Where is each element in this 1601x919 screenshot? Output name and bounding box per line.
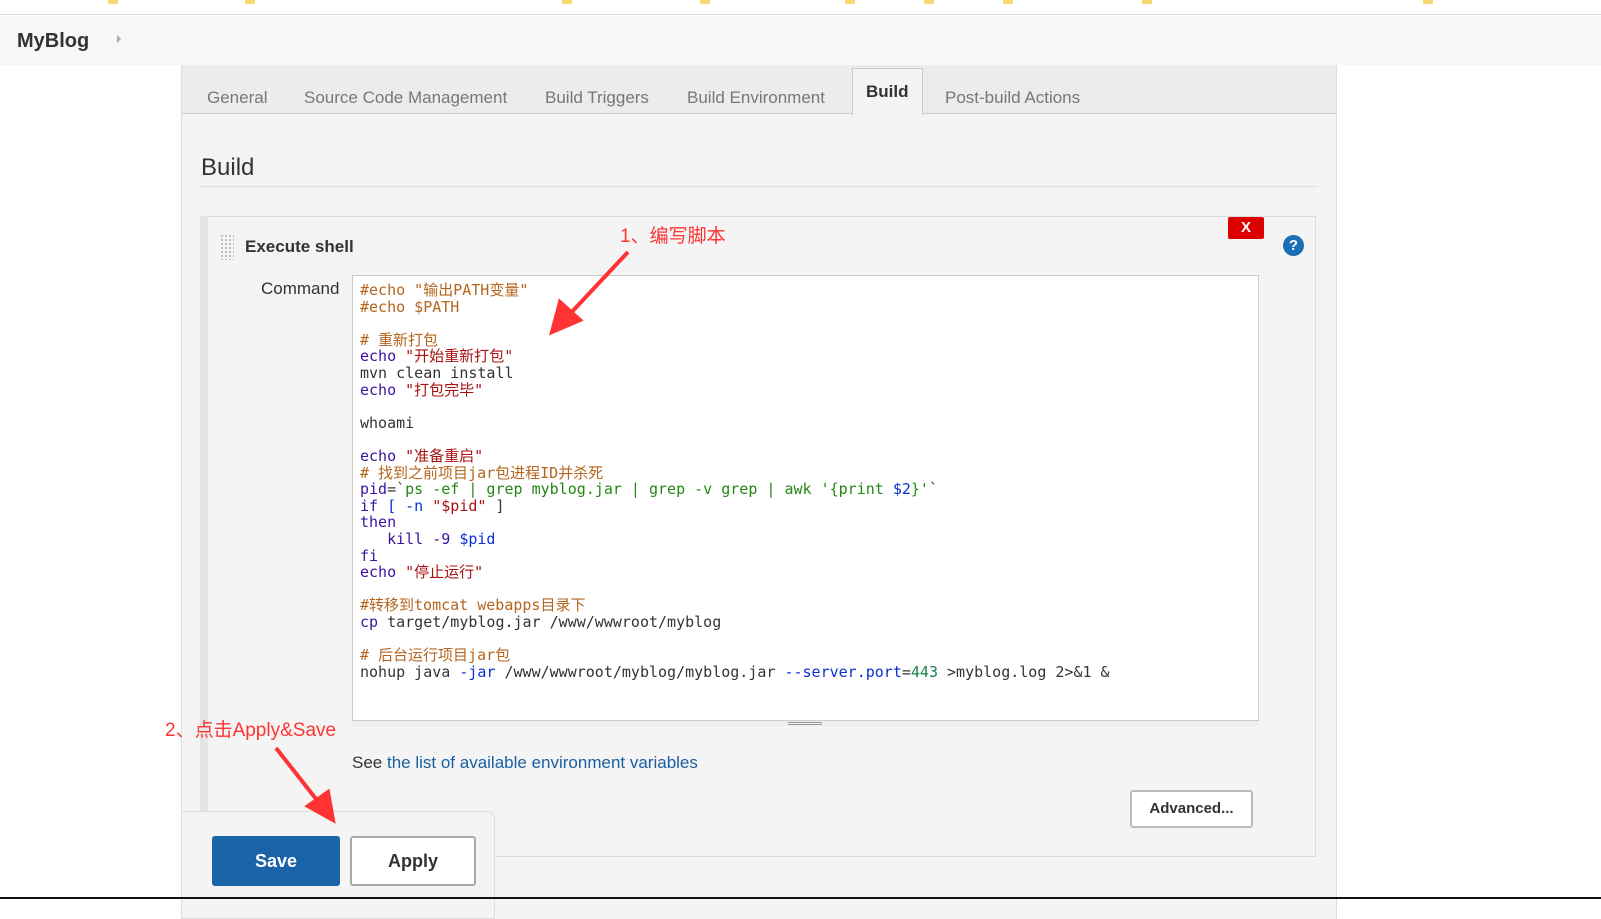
arrow-step2	[274, 746, 322, 806]
arrow-step1	[566, 250, 630, 318]
annotation-arrows-icon	[274, 250, 630, 824]
